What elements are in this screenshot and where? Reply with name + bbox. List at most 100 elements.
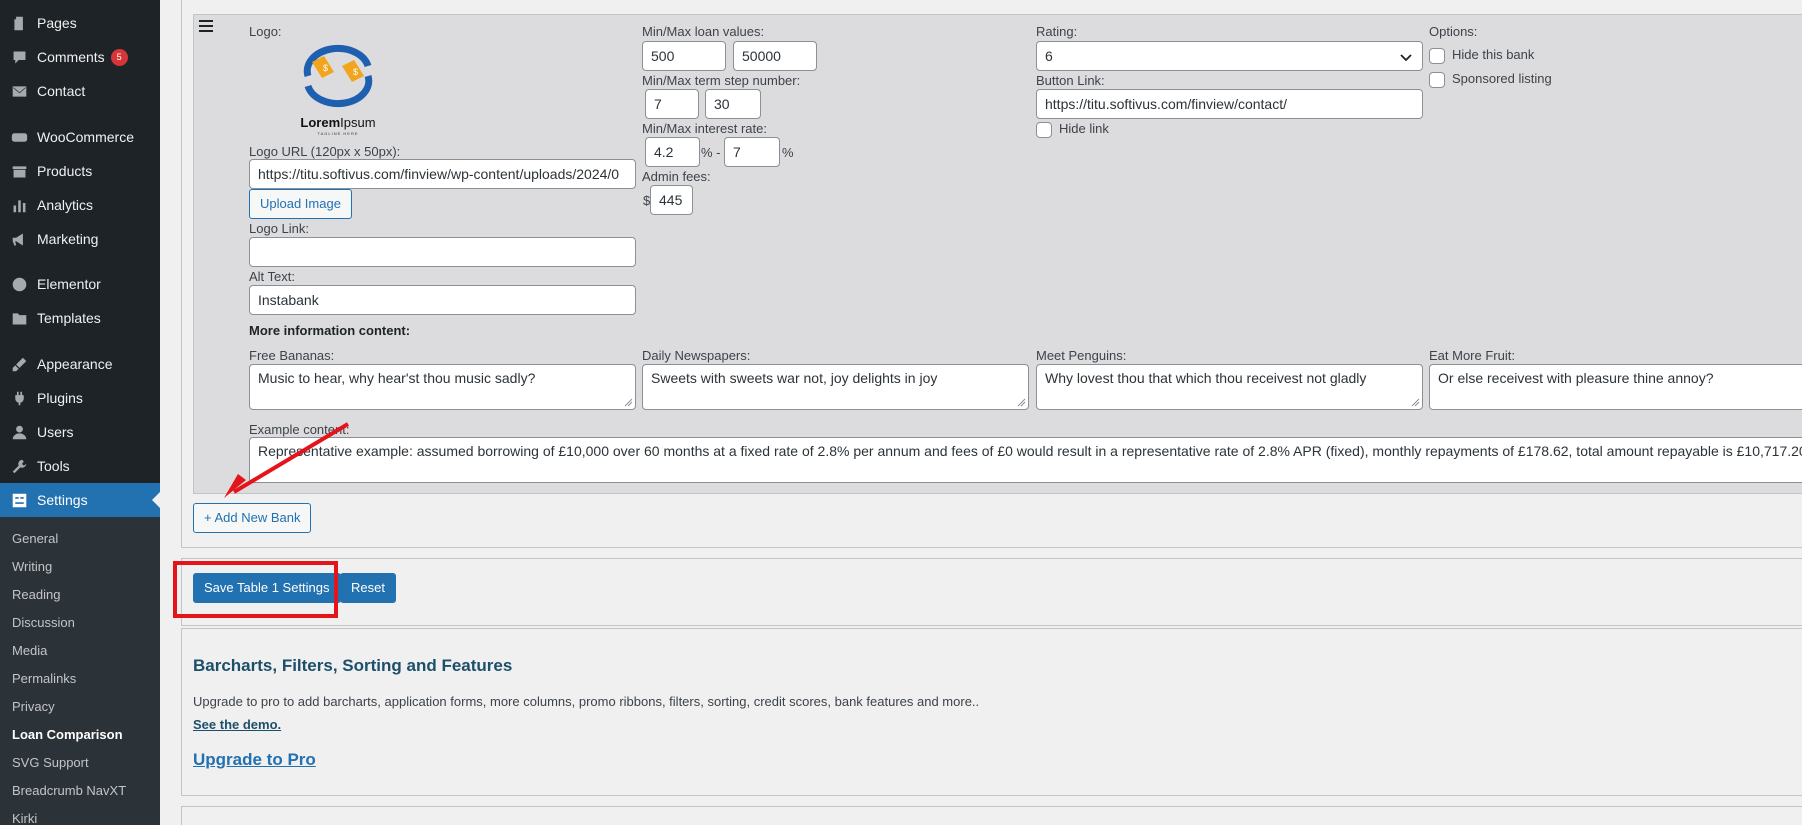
field-label: Daily Newspapers: [642,348,751,363]
tools-icon [9,456,29,476]
menu-item-label: Templates [37,310,101,326]
resize-grip-icon[interactable] [624,398,633,407]
menu-item-label: Settings [37,492,88,508]
menu-item-label: Contact [37,83,86,99]
submenu-media[interactable]: Media [12,643,47,658]
more-info-heading: More information content: [249,323,411,338]
hide-link-label: Hide link [1059,121,1109,136]
menu-item-label: Appearance [37,356,113,372]
submenu-permalinks[interactable]: Permalinks [12,671,76,686]
menu-item-elementor[interactable]: Elementor [0,267,160,301]
next-panel [181,806,1802,825]
products-icon [9,161,29,181]
settings-icon [9,490,29,510]
submenu-writing[interactable]: Writing [12,559,52,574]
menu-item-marketing[interactable]: Marketing [0,222,160,256]
logo-link-input[interactable] [249,237,636,267]
sponsored-checkbox[interactable] [1429,72,1445,88]
comments-icon [9,47,29,67]
loan-min-input[interactable]: 500 [642,41,726,71]
users-icon [9,422,29,442]
upgrade-to-pro-link[interactable]: Upgrade to Pro [193,750,316,770]
submenu-privacy[interactable]: Privacy [12,699,55,714]
submenu-breadcrumb-navxt[interactable]: Breadcrumb NavXT [12,783,126,798]
submenu-discussion[interactable]: Discussion [12,615,75,630]
menu-item-templates[interactable]: Templates [0,301,160,335]
meet-penguins-textarea[interactable]: Why lovest thou that which thou receives… [1036,364,1423,410]
bank-logo-wordmark: LoremIpsum [300,115,376,130]
term-min-input[interactable]: 7 [645,89,699,119]
logo-label: Logo: [249,24,282,39]
admin-fees-input[interactable]: 445 [650,185,693,215]
svg-text:$: $ [323,63,328,73]
menu-item-plugins[interactable]: Plugins [0,381,160,415]
menu-item-tools[interactable]: Tools [0,449,160,483]
submenu-kirki[interactable]: Kirki [12,811,37,825]
free-bananas-textarea[interactable]: Music to hear, why hear'st thou music sa… [249,364,636,410]
menu-item-settings[interactable]: Settings [0,483,160,517]
textarea-value: Representative example: assumed borrowin… [258,443,1802,459]
menu-item-appearance[interactable]: Appearance [0,347,160,381]
loan-values-label: Min/Max loan values: [642,24,765,39]
plugins-icon [9,388,29,408]
menu-item-analytics[interactable]: Analytics [0,188,160,222]
promo-text: Upgrade to pro to add barcharts, applica… [193,694,980,709]
submenu-reading[interactable]: Reading [12,587,60,602]
logo-link-label: Logo Link: [249,221,309,236]
menu-item-label: Plugins [37,390,83,406]
term-label: Min/Max term step number: [642,73,801,88]
alt-text-input[interactable]: Instabank [249,285,636,315]
chevron-down-icon [1400,54,1412,62]
settings-submenu: General Writing Reading Discussion Media… [0,517,160,825]
elementor-icon [9,274,29,294]
svg-text:$: $ [353,67,358,77]
hide-bank-checkbox[interactable] [1429,48,1445,64]
add-new-bank-button[interactable]: + Add New Bank [193,503,312,533]
field-label: Meet Penguins: [1036,348,1127,363]
submenu-loan-comparison[interactable]: Loan Comparison [12,727,123,742]
drag-handle-icon[interactable] [199,20,213,34]
rating-value: 6 [1045,48,1053,64]
textarea-value: Or else receivest with pleasure thine an… [1438,370,1714,386]
woocommerce-icon [9,127,29,147]
example-content-textarea[interactable]: Representative example: assumed borrowin… [249,437,1802,483]
appearance-icon [9,354,29,374]
field-label: Eat More Fruit: [1429,348,1515,363]
contact-icon [9,81,29,101]
menu-item-users[interactable]: Users [0,415,160,449]
menu-item-products[interactable]: Products [0,154,160,188]
resize-grip-icon[interactable] [1017,398,1026,407]
menu-item-woocommerce[interactable]: WooCommerce [0,120,160,154]
bank-logo-tagline: TAGLINE HERE [317,131,359,136]
logo-url-input[interactable]: https://titu.softivus.com/finview/wp-con… [249,159,636,189]
submenu-general[interactable]: General [12,531,58,546]
loan-max-input[interactable]: 50000 [733,41,817,71]
eat-more-fruit-textarea[interactable]: Or else receivest with pleasure thine an… [1429,364,1802,410]
see-demo-link[interactable]: See the demo. [193,717,281,732]
textarea-value: Music to hear, why hear'st thou music sa… [258,370,536,386]
menu-item-comments[interactable]: Comments 5 [0,40,160,74]
menu-item-pages[interactable]: Pages [0,6,160,40]
rating-select[interactable]: 6 [1036,41,1423,71]
daily-newspapers-textarea[interactable]: Sweets with sweets war not, joy delights… [642,364,1029,410]
resize-grip-icon[interactable] [1411,398,1420,407]
reset-button[interactable]: Reset [340,573,396,603]
textarea-value: Sweets with sweets war not, joy delights… [651,370,938,386]
menu-item-label: Comments [37,49,105,65]
save-panel [181,558,1802,626]
rate-unit: % [782,145,794,160]
example-content-label: Example content: [249,422,350,437]
menu-item-label: WooCommerce [37,129,134,145]
logo-url-label: Logo URL (120px x 50px): [249,144,401,159]
menu-item-contact[interactable]: Contact [0,74,160,108]
interest-rate-label: Min/Max interest rate: [642,121,767,136]
upload-image-button[interactable]: Upload Image [249,189,352,219]
menu-item-label: Analytics [37,197,94,213]
submenu-svg-support[interactable]: SVG Support [12,755,89,770]
rate-min-input[interactable]: 4.2 [645,137,700,167]
term-max-input[interactable]: 30 [705,89,761,119]
rate-max-input[interactable]: 7 [724,137,780,167]
button-link-input[interactable]: https://titu.softivus.com/finview/contac… [1036,89,1423,119]
hide-link-checkbox[interactable] [1036,122,1052,138]
field-label: Free Bananas: [249,348,335,363]
